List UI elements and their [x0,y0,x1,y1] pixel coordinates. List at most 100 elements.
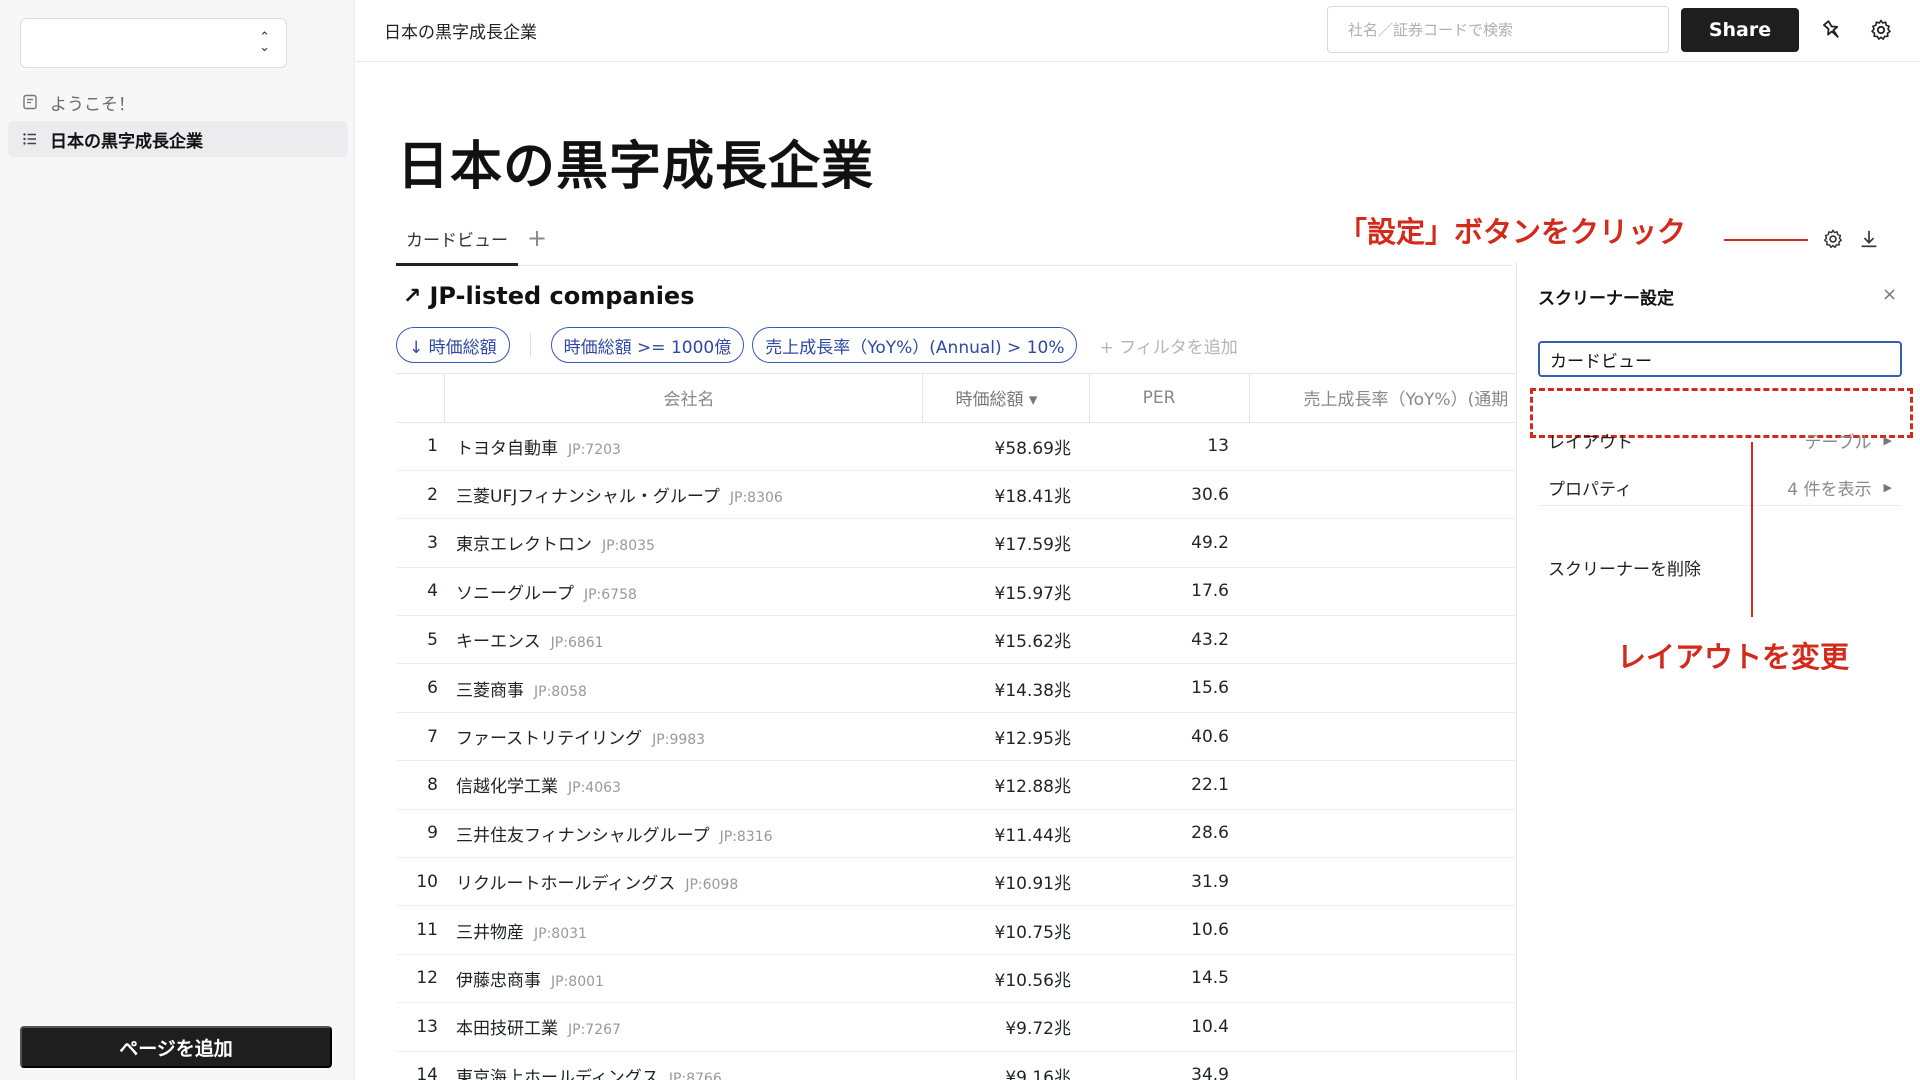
company-name-cell[interactable]: 東京エレクトロン JP:8035 [444,518,922,568]
per-cell: 13 [1089,422,1249,471]
table-row[interactable]: 10 リクルートホールディングス JP:6098 ¥10.91兆31.919 [396,857,1516,907]
filter-chip-revenue-growth[interactable]: 売上成長率（YoY%）(Annual) > 10% [752,327,1078,363]
table-row[interactable]: 9 三井住友フィナンシャルグループ JP:8316 ¥11.44兆28.64 [396,809,1516,859]
table-row[interactable]: 3 東京エレクトロン JP:8035 ¥17.59兆49.210 [396,518,1516,568]
company-name-cell[interactable]: 三井住友フィナンシャルグループ JP:8316 [444,809,922,859]
revenue-growth-cell: 2 [1249,615,1516,665]
row-index: 12 [396,954,444,1004]
market-cap-cell: ¥9.72兆 [922,1002,1089,1052]
add-filter-button[interactable]: + フィルタを追加 [1099,333,1237,358]
company-name-cell[interactable]: ファーストリテイリング JP:9983 [444,712,922,762]
row-index: 11 [396,905,444,955]
ticker-code: JP:7203 [568,441,621,458]
properties-setting-row[interactable]: プロパティ 4 件を表示 ▶ [1538,464,1902,510]
company-name[interactable]: 本田技研工業 [456,1019,558,1039]
market-cap-cell: ¥17.59兆 [922,518,1089,568]
per-cell: 17.6 [1089,567,1249,617]
company-name[interactable]: 東京エレクトロン [456,535,592,555]
gear-icon[interactable] [1867,16,1895,44]
company-name[interactable]: 信越化学工業 [456,777,558,797]
header-market-cap[interactable]: 時価総額 ▾ [922,374,1090,423]
delete-screener-button[interactable]: スクリーナーを削除 [1538,544,1902,590]
row-index: 5 [396,615,444,665]
ticker-code: JP:8001 [551,973,604,990]
table-row[interactable]: 14 東京海上ホールディングス JP:8766 ¥9.16兆34.913 [396,1051,1516,1080]
company-name[interactable]: トヨタ自動車 [456,439,558,459]
company-name[interactable]: ファーストリテイリング [456,729,642,749]
company-name[interactable]: キーエンス [456,632,541,652]
company-name[interactable]: 三井物産 [456,923,524,943]
company-name-cell[interactable]: 東京海上ホールディングス JP:8766 [444,1051,922,1080]
caret-right-icon: ▶ [1883,433,1892,447]
company-name-cell[interactable]: トヨタ自動車 JP:7203 [444,422,922,471]
pin-icon[interactable] [1818,16,1846,44]
company-name-cell[interactable]: 信越化学工業 JP:4063 [444,760,922,810]
company-name[interactable]: 三菱UFJフィナンシャル・グループ [456,487,720,507]
company-name-cell[interactable]: 三菱商事 JP:8058 [444,663,922,713]
company-name-cell[interactable]: 三井物産 JP:8031 [444,905,922,955]
settings-gear-icon[interactable] [1819,225,1847,253]
table-row[interactable]: 12 伊藤忠商事 JP:8001 ¥10.56兆14.513 [396,954,1516,1004]
table-row[interactable]: 11 三井物産 JP:8031 ¥10.75兆10.621 [396,905,1516,955]
market-cap-cell: ¥11.44兆 [922,809,1089,859]
company-name-cell[interactable]: 三菱UFJフィナンシャル・グループ JP:8306 [444,470,922,520]
sidebar-item-welcome[interactable]: ようこそ！ [8,84,348,120]
company-name-cell[interactable]: ソニーグループ JP:6758 [444,567,922,617]
revenue-growth-cell: 4 [1249,809,1516,859]
market-cap-cell: ¥10.75兆 [922,905,1089,955]
company-name-cell[interactable]: リクルートホールディングス JP:6098 [444,857,922,907]
company-name[interactable]: 東京海上ホールディングス [456,1068,659,1080]
ticker-code: JP:9983 [652,732,706,749]
per-cell: 28.6 [1089,809,1249,859]
table-row[interactable]: 4 ソニーグループ JP:6758 ¥15.97兆17.61( [396,567,1516,617]
layout-setting-row[interactable]: レイアウト テーブル ▶ [1538,417,1902,463]
workspace-select[interactable]: ⌃ ⌄ [20,18,287,68]
tab-card-view[interactable]: カードビュー [396,220,518,266]
table-row[interactable]: 2 三菱UFJフィナンシャル・グループ JP:8306 ¥18.41兆30.652 [396,470,1516,520]
market-cap-cell: ¥10.91兆 [922,857,1089,907]
revenue-growth-cell: 3 [1249,760,1516,810]
company-name[interactable]: ソニーグループ [456,584,574,604]
table-body: 1トヨタ自動車JP:7203¥58.69兆1312三菱UFJフィナンシャル・グル… [396,422,1516,1080]
per-cell: 34.9 [1089,1051,1249,1080]
company-name[interactable]: 三菱商事 [456,681,524,701]
per-cell: 43.2 [1089,615,1249,665]
company-name-cell[interactable]: キーエンス JP:6861 [444,615,922,665]
view-name-input[interactable] [1538,341,1902,377]
table-row[interactable]: 8 信越化学工業 JP:4063 ¥12.88兆22.13 [396,760,1516,810]
sort-chip[interactable]: ↓ 時価総額 [396,327,510,363]
top-bar: 日本の黒字成長企業 Share [356,0,1920,62]
market-cap-cell: ¥10.56兆 [922,954,1089,1004]
market-cap-cell: ¥15.62兆 [922,615,1089,665]
table-row[interactable]: 13 本田技研工業 JP:7267 ¥9.72兆10.41( [396,1002,1516,1052]
add-page-button[interactable]: ページを追加 [20,1026,332,1068]
revenue-growth-cell: 52 [1249,470,1516,520]
table-row[interactable]: 7 ファーストリテイリング JP:9983 ¥12.95兆40.620 [396,712,1516,762]
company-name[interactable]: リクルートホールディングス [456,874,675,894]
header-revenue-growth[interactable]: 売上成長率（YoY%）(通期 [1249,374,1516,423]
arrow-up-right-icon: ↗ [403,283,422,309]
filter-chip-market-cap[interactable]: 時価総額 >= 1000億 [550,327,745,363]
share-button[interactable]: Share [1681,8,1799,52]
properties-value: 4 件を表示 [1787,479,1872,500]
revenue-growth-cell: 1( [1249,567,1516,617]
header-company-name[interactable]: 会社名 [444,374,923,423]
company-table: 会社名 時価総額 ▾ PER 売上成長率（YoY%）(通期 1 トヨタ自動車 JP:… [396,374,1516,1080]
table-row[interactable]: 6 三菱商事 JP:8058 ¥14.38兆15.624 [396,663,1516,713]
company-name-cell[interactable]: 本田技研工業 JP:7267 [444,1002,922,1052]
company-name[interactable]: 三井住友フィナンシャルグループ [456,826,710,846]
company-name[interactable]: 伊藤忠商事 [456,971,541,991]
company-name-cell[interactable]: 伊藤忠商事 JP:8001 [444,954,922,1004]
add-tab-button[interactable]: + [527,224,547,252]
close-icon[interactable]: × [1882,284,1897,305]
row-index: 4 [396,567,444,617]
filter-bar: ↓ 時価総額 時価総額 >= 1000億 売上成長率（YoY%）(Annual)… [396,327,1238,363]
table-row[interactable]: 5 キーエンス JP:6861 ¥15.62兆43.22 [396,615,1516,665]
search-input[interactable] [1327,6,1669,53]
header-per[interactable]: PER [1089,374,1250,423]
sidebar-item-screener[interactable]: 日本の黒字成長企業 [8,121,348,157]
table-row[interactable]: 1トヨタ自動車JP:7203¥58.69兆131 [396,422,1516,471]
download-icon[interactable] [1855,225,1883,253]
annotation-line [1724,239,1808,241]
market-cap-cell: ¥18.41兆 [922,470,1089,520]
